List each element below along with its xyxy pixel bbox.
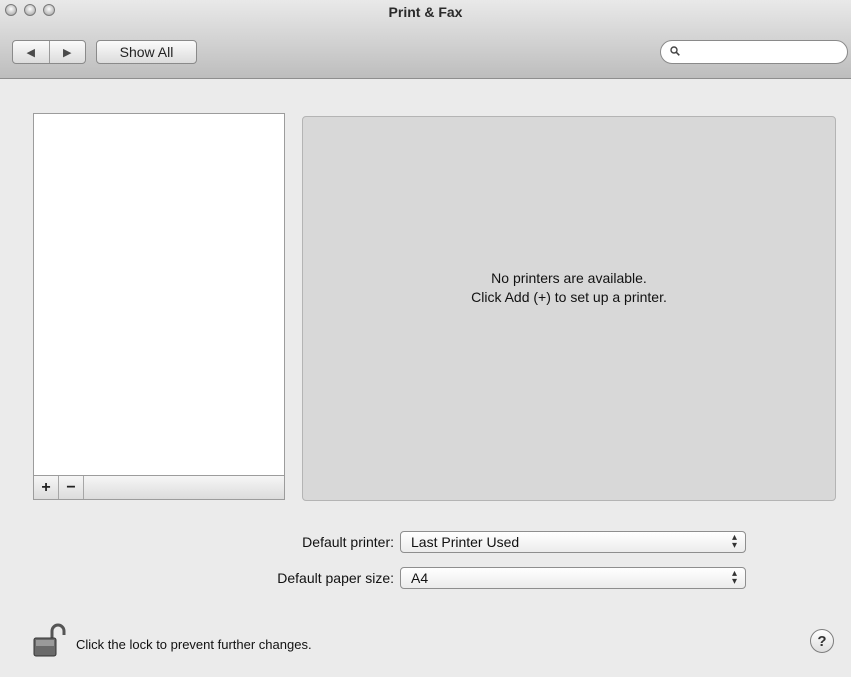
default-paper-size-popup[interactable]: A4 ▴ ▾ (400, 567, 746, 589)
search-icon (670, 46, 680, 56)
empty-state-line2: Click Add (+) to set up a printer. (471, 289, 667, 305)
back-button[interactable]: ◀ (13, 41, 49, 63)
printer-list-toolbar: + − (33, 476, 285, 500)
default-paper-size-label: Default paper size: (277, 570, 394, 586)
lock-instruction-text: Click the lock to prevent further change… (76, 637, 312, 652)
default-printer-value: Last Printer Used (411, 534, 520, 550)
empty-state-message: No printers are available. Click Add (+)… (303, 269, 835, 307)
forward-button[interactable]: ▶ (48, 41, 86, 63)
printer-list[interactable] (33, 113, 285, 476)
default-paper-size-value: A4 (411, 570, 429, 586)
popup-arrows-icon: ▴ ▾ (731, 568, 737, 587)
titlebar: Print & Fax ◀ ▶ Show All (0, 0, 851, 79)
empty-state-line1: No printers are available. (491, 270, 647, 286)
lock-open-icon[interactable] (32, 623, 68, 659)
window-title: Print & Fax (388, 4, 463, 20)
search-input[interactable] (687, 44, 841, 62)
default-printer-label: Default printer: (302, 534, 394, 550)
remove-printer-button[interactable]: − (59, 476, 84, 499)
print-fax-window: Print & Fax ◀ ▶ Show All + − No printers… (0, 0, 851, 677)
printer-detail-panel: No printers are available. Click Add (+)… (302, 116, 836, 501)
show-all-button[interactable]: Show All (96, 40, 197, 64)
default-printer-popup[interactable]: Last Printer Used ▴ ▾ (400, 531, 746, 553)
help-button[interactable]: ? (810, 629, 834, 653)
search-field[interactable] (660, 40, 848, 64)
add-printer-button[interactable]: + (34, 476, 59, 499)
back-forward-group: ◀ ▶ (12, 40, 86, 64)
popup-arrows-icon: ▴ ▾ (731, 532, 737, 551)
